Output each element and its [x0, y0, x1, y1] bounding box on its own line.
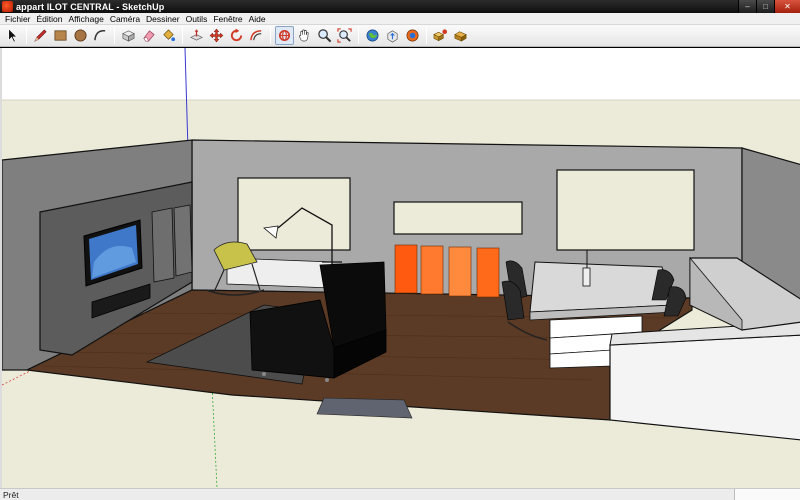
zoom-extents-tool[interactable] [335, 26, 354, 45]
main-toolbar [0, 25, 800, 47]
warehouse-icon [454, 31, 467, 42]
status-text: Prêt [3, 489, 19, 500]
orbit-tool[interactable] [275, 26, 294, 45]
toolbar-separator [426, 27, 427, 44]
paint-bucket-icon [163, 29, 176, 42]
component-library-tool[interactable] [431, 26, 450, 45]
menu-edition[interactable]: Édition [34, 13, 66, 25]
drawing-viewport[interactable] [0, 48, 800, 488]
menu-outils[interactable]: Outils [183, 13, 211, 25]
extension-warehouse-tool[interactable] [451, 26, 470, 45]
toolbar-separator [114, 27, 115, 44]
window-title: appart ILOT CENTRAL - SketchUp [16, 1, 165, 12]
pendant-light [582, 267, 591, 287]
zoom-tool[interactable] [315, 26, 334, 45]
title-bar: appart ILOT CENTRAL - SketchUp – □ ✕ [0, 0, 800, 13]
make-component-tool[interactable] [119, 26, 138, 45]
eraser-icon [143, 30, 155, 42]
google-earth-tool[interactable] [403, 26, 422, 45]
arc-icon [94, 30, 106, 41]
arrow-icon [8, 28, 18, 43]
offset-icon [250, 30, 262, 41]
close-button[interactable]: ✕ [774, 0, 800, 13]
paint-bucket-tool[interactable] [159, 26, 178, 45]
menu-aide[interactable]: Aide [246, 13, 269, 25]
menu-bar: Fichier Édition Affichage Caméra Dessine… [0, 13, 800, 25]
sketchup-logo-icon [2, 1, 13, 12]
pencil-icon [34, 29, 47, 42]
move-tool[interactable] [207, 26, 226, 45]
components-icon [433, 29, 448, 42]
select-tool[interactable] [3, 26, 22, 45]
measurements-box[interactable] [734, 489, 800, 500]
toolbar-separator [358, 27, 359, 44]
component-icon [122, 30, 135, 42]
wall-niche-left [151, 207, 175, 283]
push-pull-icon [190, 29, 203, 41]
rectangle-tool[interactable] [51, 26, 70, 45]
3d-scene[interactable] [2, 48, 800, 488]
eraser-tool[interactable] [139, 26, 158, 45]
menu-camera[interactable]: Caméra [107, 13, 143, 25]
globe-icon [366, 29, 379, 42]
circle-tool[interactable] [71, 26, 90, 45]
line-tool[interactable] [31, 26, 50, 45]
offset-tool[interactable] [247, 26, 266, 45]
wall-niche-right [173, 204, 193, 277]
rotate-icon [230, 28, 243, 42]
hand-icon [298, 29, 309, 42]
circle-icon [74, 29, 87, 42]
menu-fichier[interactable]: Fichier [2, 13, 34, 25]
menu-affichage[interactable]: Affichage [66, 13, 107, 25]
arc-tool[interactable] [91, 26, 110, 45]
zoom-extents-icon [337, 28, 352, 43]
window-controls: – □ ✕ [738, 0, 800, 13]
rotate-tool[interactable] [227, 26, 246, 45]
share-model-tool[interactable] [383, 26, 402, 45]
toolbar-separator [26, 27, 27, 44]
back-window-right [556, 169, 695, 251]
menu-fenetre[interactable]: Fenêtre [210, 13, 245, 25]
status-bar: Prêt [0, 488, 800, 500]
move-icon [209, 28, 224, 43]
back-window-center [393, 201, 523, 235]
minimize-button[interactable]: – [738, 0, 756, 13]
toolbar-separator [182, 27, 183, 44]
push-pull-tool[interactable] [187, 26, 206, 45]
toolbar-separator [270, 27, 271, 44]
share-icon [387, 30, 398, 43]
get-models-tool[interactable] [363, 26, 382, 45]
magnifier-icon [318, 29, 332, 43]
rectangle-icon [54, 30, 67, 41]
orbit-icon [278, 29, 291, 42]
maximize-button[interactable]: □ [756, 0, 774, 13]
pan-tool[interactable] [295, 26, 314, 45]
earth-icon [406, 29, 419, 42]
menu-dessiner[interactable]: Dessiner [143, 13, 183, 25]
